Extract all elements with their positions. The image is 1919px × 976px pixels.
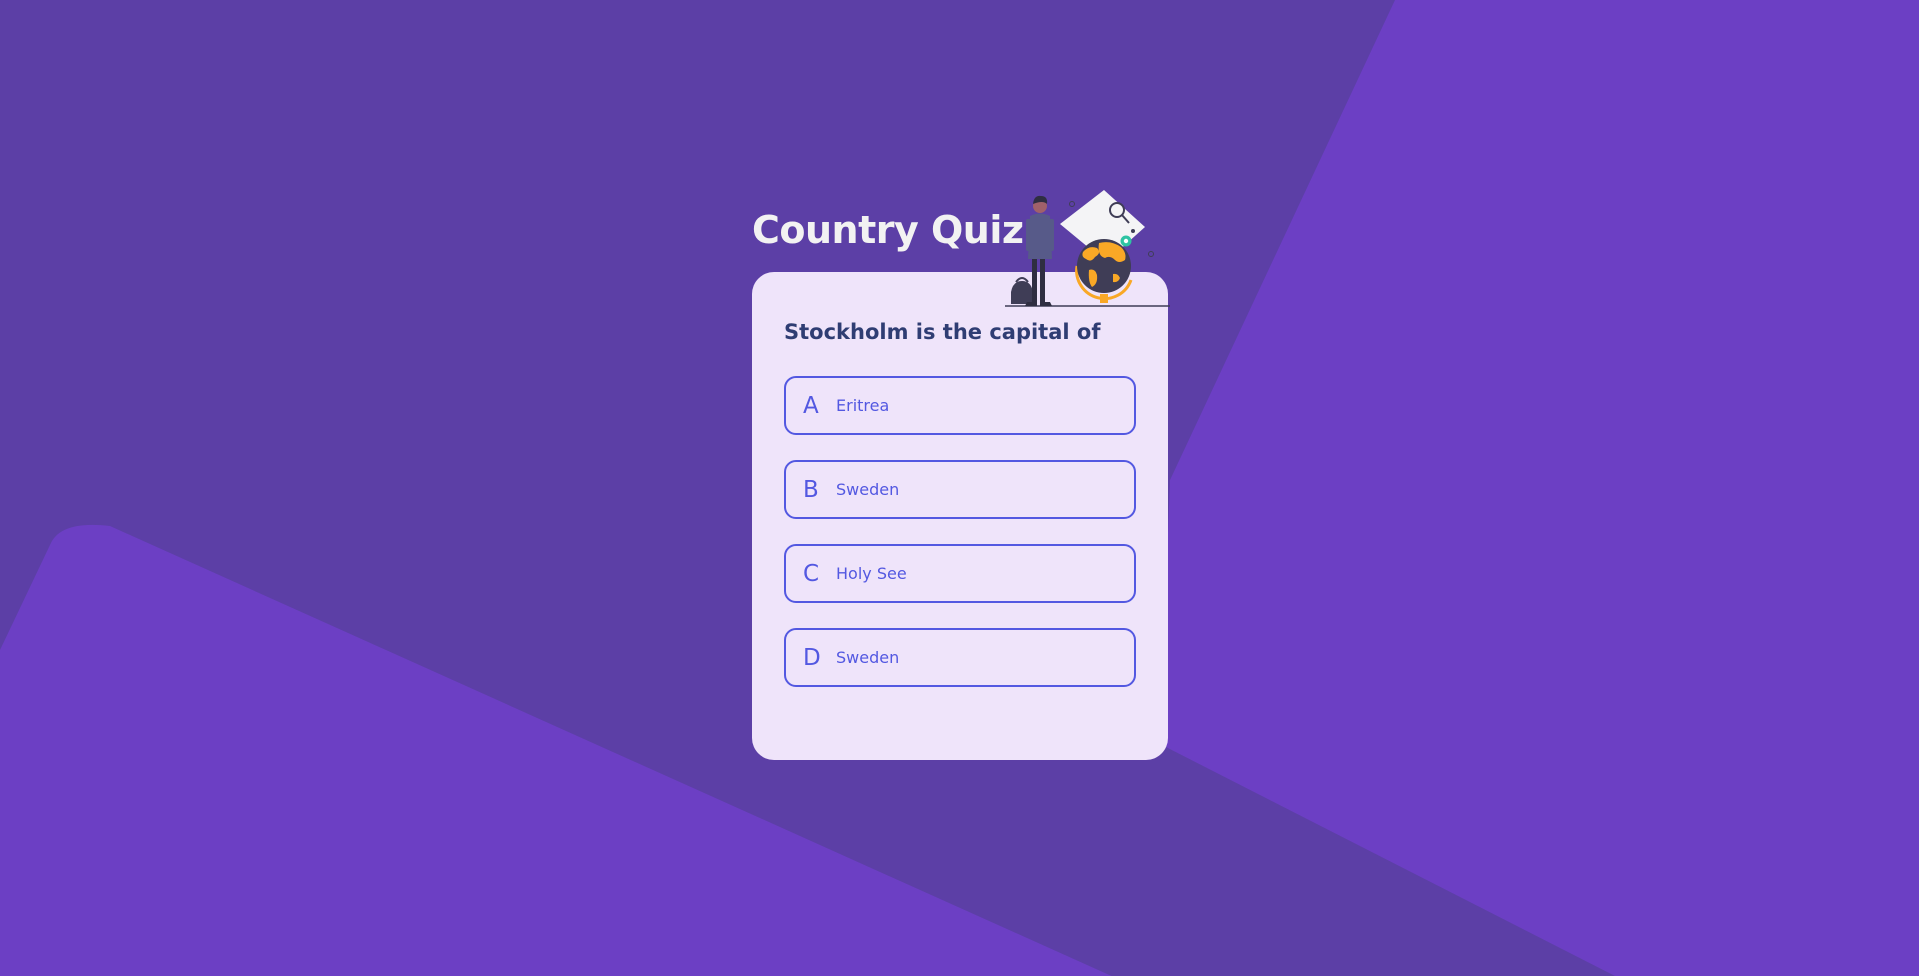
answer-option-a[interactable]: A Eritrea (784, 376, 1136, 435)
option-letter: D (803, 644, 821, 671)
page-title: Country Quiz (752, 208, 1024, 252)
answer-options: A Eritrea B Sweden C Holy See D Sweden (784, 376, 1136, 712)
option-text: Sweden (836, 648, 900, 667)
traveler-globe-illustration-icon (1005, 190, 1170, 307)
question-text: Stockholm is the capital of (784, 320, 1101, 344)
option-letter: C (803, 560, 820, 587)
answer-option-c[interactable]: C Holy See (784, 544, 1136, 603)
quiz-card: Stockholm is the capital of A Eritrea B … (752, 272, 1168, 760)
option-text: Eritrea (836, 396, 890, 415)
answer-option-b[interactable]: B Sweden (784, 460, 1136, 519)
option-letter: A (803, 392, 819, 419)
answer-option-d[interactable]: D Sweden (784, 628, 1136, 687)
option-text: Sweden (836, 480, 900, 499)
option-letter: B (803, 476, 819, 503)
option-text: Holy See (836, 564, 907, 583)
